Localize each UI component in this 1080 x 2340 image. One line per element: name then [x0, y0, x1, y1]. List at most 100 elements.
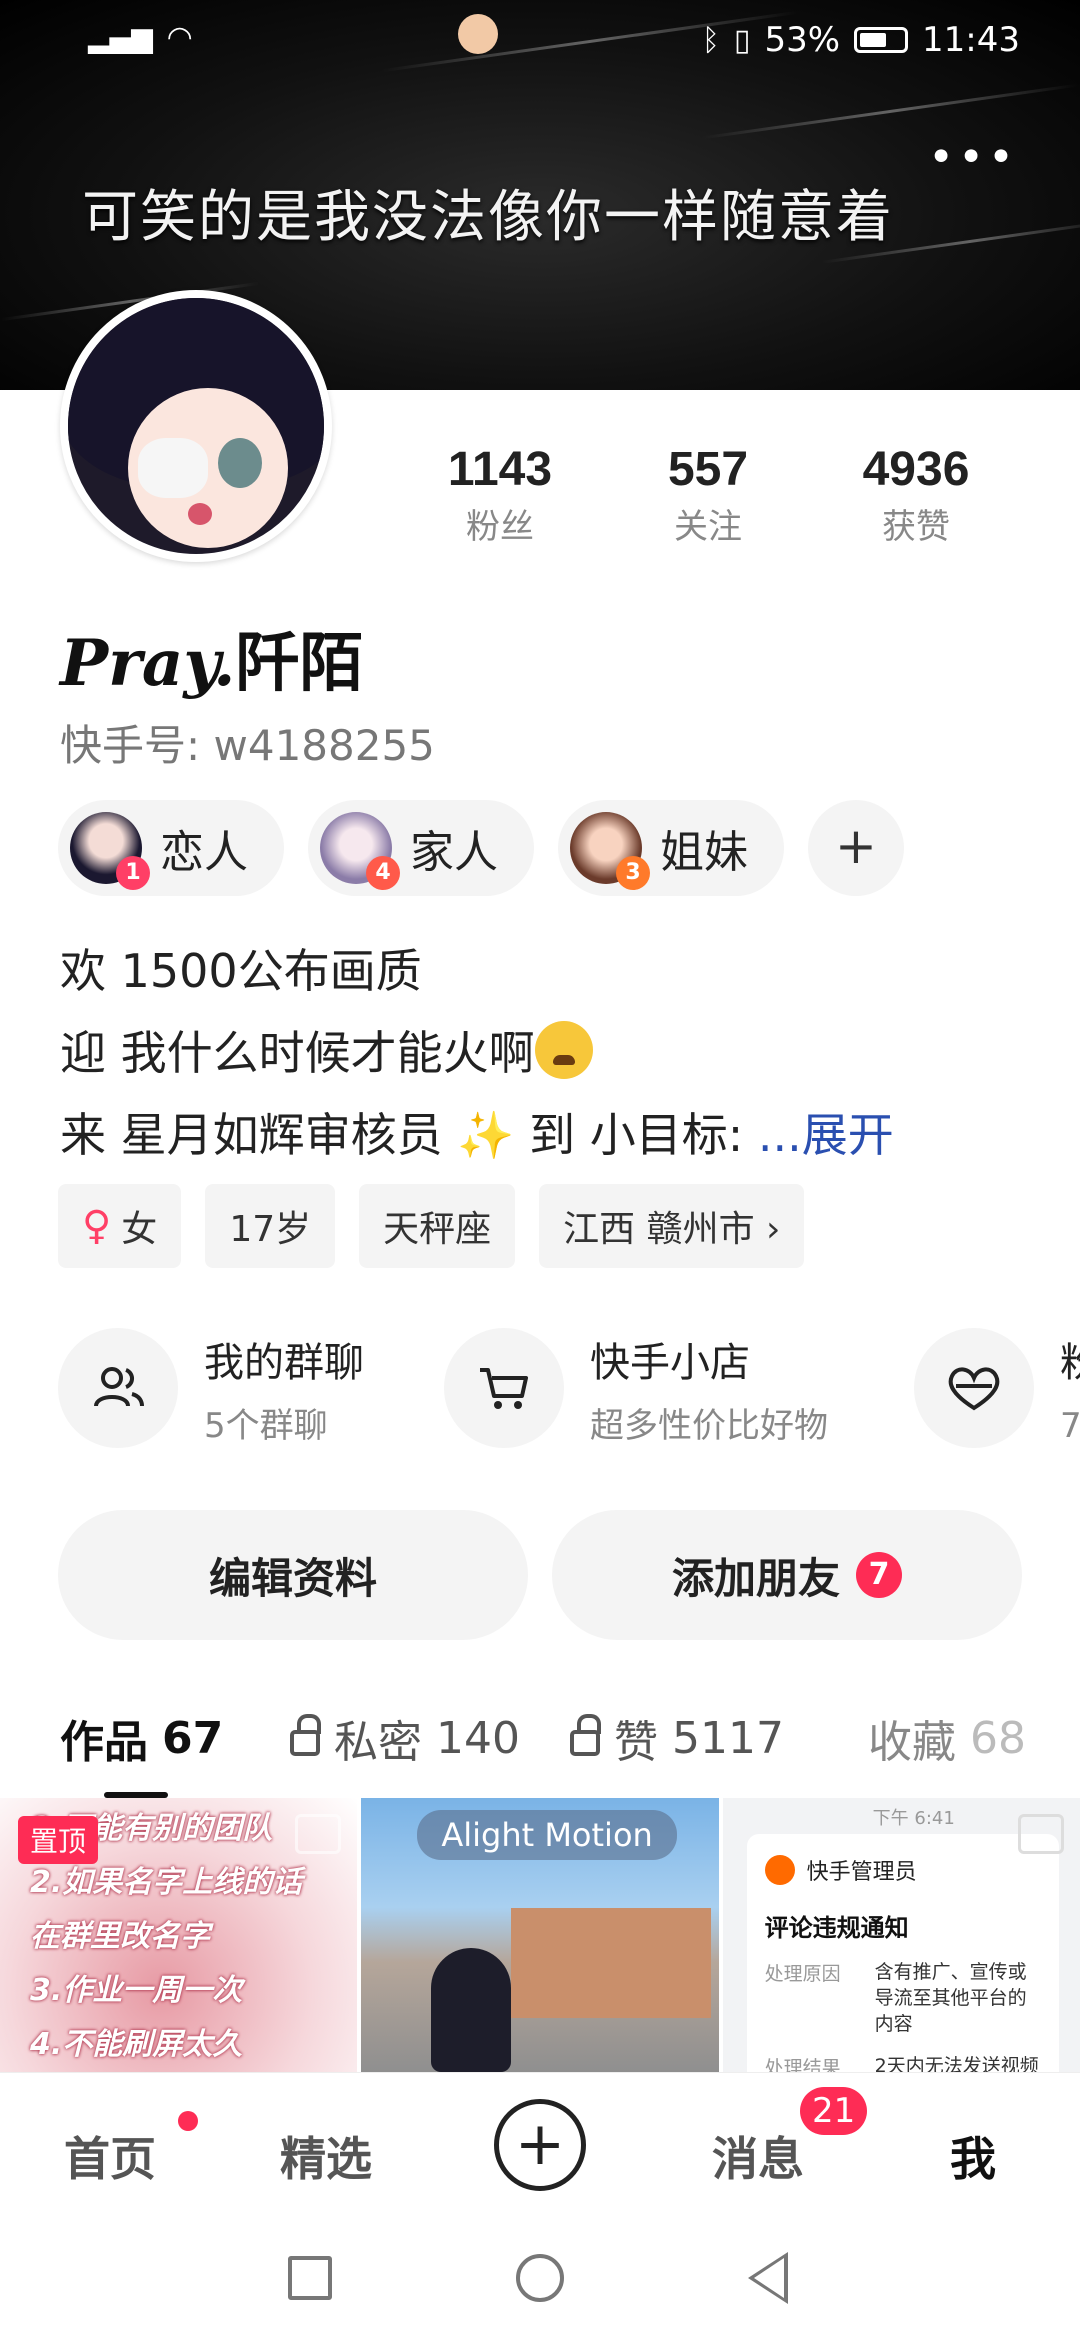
- tab-works[interactable]: 作品 67: [60, 1706, 223, 1770]
- content-tabs: 作品 67 私密 140 赞 5117 收藏 68: [0, 1706, 1080, 1802]
- stat-label: 粉丝: [466, 507, 534, 547]
- service-group-chats[interactable]: 我的群聊 5个群聊: [58, 1328, 444, 1448]
- edit-profile-button[interactable]: 编辑资料: [58, 1510, 528, 1640]
- stat-following[interactable]: 557 关注: [604, 442, 812, 548]
- nav-home[interactable]: 首页: [64, 2123, 156, 2189]
- relation-chip-family[interactable]: 4 家人: [308, 800, 534, 896]
- stat-label: 关注: [674, 507, 742, 547]
- status-bar: ▂▄▆ ◠ ᛒ ▯ 53% 11:43: [0, 0, 1080, 80]
- lock-icon: [570, 1714, 601, 1756]
- vibrate-icon: ▯: [733, 22, 751, 58]
- service-shop[interactable]: 快手小店 超多性价比好物: [444, 1328, 914, 1448]
- work-thumbnail[interactable]: Alight Motion: [361, 1798, 719, 2072]
- profile-tags: ♀ 女 17岁 天秤座 江西 赣州市 ›: [58, 1184, 805, 1268]
- banner-caption: 可笑的是我没法像你一样随意着: [82, 185, 894, 250]
- bio-line-text: 迎 我什么时候才能火啊: [60, 1026, 535, 1080]
- name-text: 阡陌: [235, 627, 364, 701]
- stat-label: 获赞: [882, 507, 950, 547]
- home-circle-icon[interactable]: [516, 2254, 564, 2302]
- relation-avatar: 1: [70, 812, 150, 890]
- service-subtitle: 7个: [1060, 1405, 1080, 1446]
- profile-bio[interactable]: 欢 1500公布画质 迎 我什么时候才能火啊 来 星月如辉审核员 ✨ 到 小目标…: [60, 930, 894, 1176]
- relation-count-badge: 4: [366, 856, 400, 890]
- image-type-icon: [295, 1814, 342, 1854]
- notice-value: 2天内无法发送视频评论: [874, 2055, 1039, 2072]
- tab-label: 收藏: [868, 1717, 956, 1768]
- tab-private[interactable]: 私密 140: [290, 1706, 520, 1770]
- relation-label: 恋人: [160, 827, 248, 878]
- nav-messages[interactable]: 消息: [712, 2123, 804, 2189]
- tab-label: 赞: [614, 1717, 658, 1768]
- tab-count: 140: [436, 1712, 520, 1764]
- back-triangle-icon[interactable]: [748, 2252, 788, 2304]
- tab-count: 5117: [672, 1712, 784, 1764]
- stat-value: 557: [667, 443, 749, 496]
- watermark-label: Alight Motion: [417, 1810, 677, 1860]
- service-subtitle: 超多性价比好物: [590, 1405, 828, 1446]
- pinned-badge: 置顶: [18, 1816, 99, 1864]
- tag-location[interactable]: 江西 赣州市 ›: [539, 1184, 805, 1268]
- profile-name: Pray.阡陌: [60, 612, 363, 704]
- avatar[interactable]: [60, 290, 332, 562]
- tab-favorites[interactable]: 收藏 68: [868, 1706, 1026, 1770]
- notice-card: 快手管理员 评论违规通知 处理原因 含有推广、宣传或导流至其他平台的内容 处理结果…: [746, 1834, 1059, 2072]
- tab-label: 私密: [334, 1717, 422, 1768]
- wifi-icon: ◠: [166, 20, 193, 55]
- bio-line-tail: 到 小目标:: [514, 1108, 744, 1162]
- notice-key: 处理原因: [764, 1963, 841, 1985]
- nav-me[interactable]: 我: [950, 2123, 996, 2189]
- notice-value: 含有推广、宣传或导流至其他平台的内容: [874, 1961, 1027, 2035]
- nav-featured[interactable]: 精选: [280, 2123, 372, 2189]
- stat-fans[interactable]: 1143 粉丝: [396, 442, 604, 548]
- relation-chips: 1 恋人 4 家人 3 姐妹 +: [58, 800, 904, 896]
- tag-gender: ♀ 女: [58, 1184, 182, 1268]
- work-thumbnail[interactable]: 下午 6:41 快手管理员 评论违规通知 处理原因 含有推广、宣传或导流至其他平台…: [722, 1798, 1080, 2072]
- bottom-nav: 首页 精选 + 消息 21 我: [0, 2072, 1080, 2222]
- button-label: 编辑资料: [208, 1553, 377, 1603]
- tab-count: 67: [162, 1712, 224, 1764]
- relation-label: 姐妹: [660, 827, 748, 878]
- name-script-part: Pray.: [60, 626, 236, 701]
- relation-chip-lover[interactable]: 1 恋人: [58, 800, 284, 896]
- image-type-icon: [1017, 1814, 1064, 1854]
- messages-badge: 21: [800, 2087, 868, 2135]
- add-friend-badge: 7: [856, 1552, 902, 1598]
- tag-age: 17岁: [205, 1184, 336, 1268]
- notification-emoji-icon: [458, 14, 498, 54]
- relation-avatar: 4: [320, 812, 400, 890]
- recent-apps-icon[interactable]: [288, 2256, 332, 2300]
- service-fans[interactable]: 粉 7个: [914, 1328, 1080, 1448]
- people-icon: [58, 1328, 178, 1448]
- add-relation-button[interactable]: +: [808, 800, 904, 896]
- bio-line: 迎 我什么时候才能火啊: [60, 1012, 894, 1094]
- stat-value: 1143: [447, 443, 553, 496]
- signal-icon: ▂▄▆: [88, 21, 153, 54]
- create-plus-button[interactable]: +: [494, 2099, 586, 2191]
- expand-bio-link[interactable]: ...展开: [758, 1108, 894, 1162]
- relation-chip-sisters[interactable]: 3 姐妹: [558, 800, 784, 896]
- female-icon: ♀: [82, 1203, 112, 1249]
- home-unread-dot: [178, 2111, 198, 2131]
- bluetooth-icon: ᛒ: [701, 22, 720, 58]
- thumbnail-figure: [431, 1948, 512, 2072]
- work-thumbnail[interactable]: 2.不能有别的团队 2.如果名字上线的话 在群里改名字 3.作业一周一次 4.不…: [0, 1798, 358, 2072]
- battery-percent: 53%: [764, 20, 841, 60]
- more-options-icon[interactable]: •••: [928, 132, 1018, 183]
- weary-face-emoji-icon: [534, 1021, 593, 1079]
- tag-text: 女: [121, 1209, 158, 1250]
- bio-line: 来 星月如辉审核员 ✨ 到 小目标: ...展开: [60, 1094, 894, 1176]
- system-navigation-bar: [0, 2222, 1080, 2340]
- notice-sender: 快手管理员: [806, 1860, 917, 1885]
- notice-key: 处理结果: [764, 2057, 841, 2072]
- relation-label: 家人: [410, 827, 498, 878]
- tab-liked[interactable]: 赞 5117: [570, 1706, 784, 1770]
- kuaishou-id[interactable]: 快手号: w4188255: [60, 712, 435, 773]
- tab-count: 68: [970, 1712, 1026, 1764]
- service-title: 我的群聊: [204, 1339, 364, 1386]
- button-label: 添加朋友: [671, 1553, 840, 1603]
- bio-line-text: 来 星月如辉审核员: [60, 1108, 443, 1162]
- stat-likes[interactable]: 4936 获赞: [812, 442, 1020, 548]
- notice-title: 评论违规通知: [764, 1914, 909, 1942]
- profile-actions: 编辑资料 添加朋友 7: [58, 1510, 1022, 1640]
- add-friend-button[interactable]: 添加朋友 7: [552, 1510, 1022, 1640]
